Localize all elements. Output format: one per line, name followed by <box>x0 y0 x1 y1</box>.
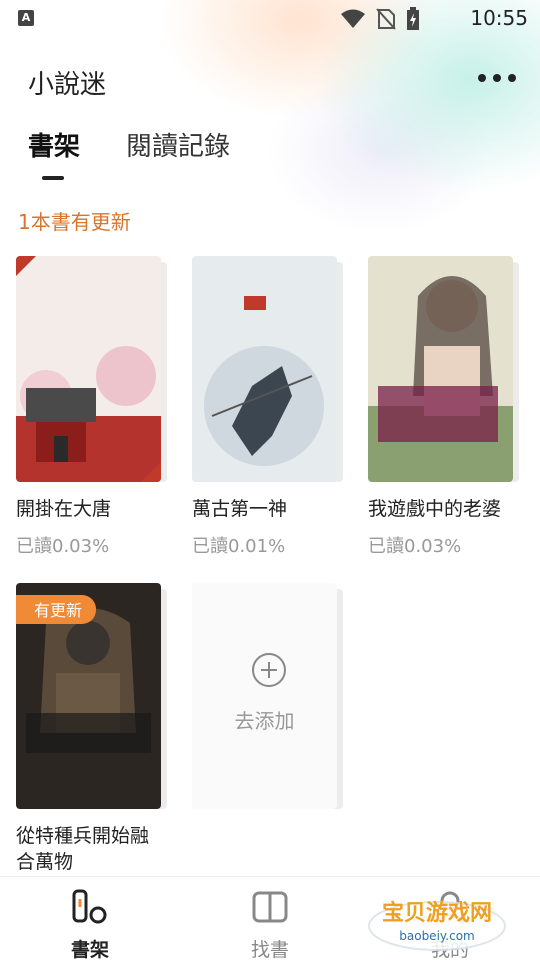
no-sim-icon <box>376 8 396 30</box>
battery-charging-icon <box>407 7 419 30</box>
update-notice: 1本書有更新 <box>18 210 131 234</box>
more-dots-icon <box>478 74 486 82</box>
nav-find-book-label: 找書 <box>250 939 289 960</box>
status-bar: A 10:55 <box>0 0 540 38</box>
book-title: 萬古第一神 <box>192 498 288 520</box>
add-book-label: 去添加 <box>234 709 295 733</box>
watermark-logo: 宝贝游戏网 baobeiy.com <box>362 884 512 954</box>
book-cover[interactable] <box>192 256 337 482</box>
nav-bookshelf-label: 書架 <box>70 939 109 960</box>
book-item[interactable]: 我遊戲中的老婆 已讀0.03% <box>368 256 519 558</box>
tab-bookshelf[interactable]: 書架 <box>28 126 80 163</box>
book-progress: 已讀0.03% <box>368 536 462 557</box>
svg-text:baobeiy.com: baobeiy.com <box>399 929 474 943</box>
book-title: 從特種兵開始融合萬物 <box>16 825 150 873</box>
nav-find-book[interactable]: 找書 <box>230 887 310 960</box>
more-options-button[interactable] <box>478 74 516 82</box>
status-time: 10:55 <box>470 6 528 30</box>
book-item[interactable]: 萬古第一神 已讀0.01% <box>192 256 343 558</box>
book-item[interactable]: 開掛在大唐 已讀0.03% <box>16 256 167 558</box>
update-badge: 有更新 <box>16 595 97 624</box>
tab-bar: 書架 閱讀記錄 <box>28 126 230 163</box>
app-title: 小說迷 <box>28 70 107 100</box>
book-cover[interactable]: 有更新 <box>16 583 161 809</box>
book-item[interactable]: 有更新 從特種兵開始融合萬物 <box>16 583 167 875</box>
plus-circle-icon <box>252 653 286 687</box>
book-progress: 已讀0.01% <box>192 536 286 557</box>
tab-reading-history[interactable]: 閱讀記錄 <box>126 126 230 163</box>
book-cover[interactable] <box>16 256 161 482</box>
nav-bookshelf[interactable]: 書架 <box>50 887 130 960</box>
book-progress: 已讀0.03% <box>16 536 110 557</box>
book-title: 開掛在大唐 <box>16 498 112 520</box>
find-book-icon <box>252 891 288 923</box>
app-notification-icon: A <box>18 10 34 26</box>
active-tab-indicator <box>42 176 64 180</box>
bookshelf-icon <box>72 889 107 924</box>
book-title: 我遊戲中的老婆 <box>368 498 502 520</box>
svg-text:宝贝游戏网: 宝贝游戏网 <box>382 900 492 926</box>
wifi-icon <box>341 9 365 28</box>
add-book-card[interactable]: 去添加 <box>192 583 337 809</box>
book-cover[interactable] <box>368 256 513 482</box>
